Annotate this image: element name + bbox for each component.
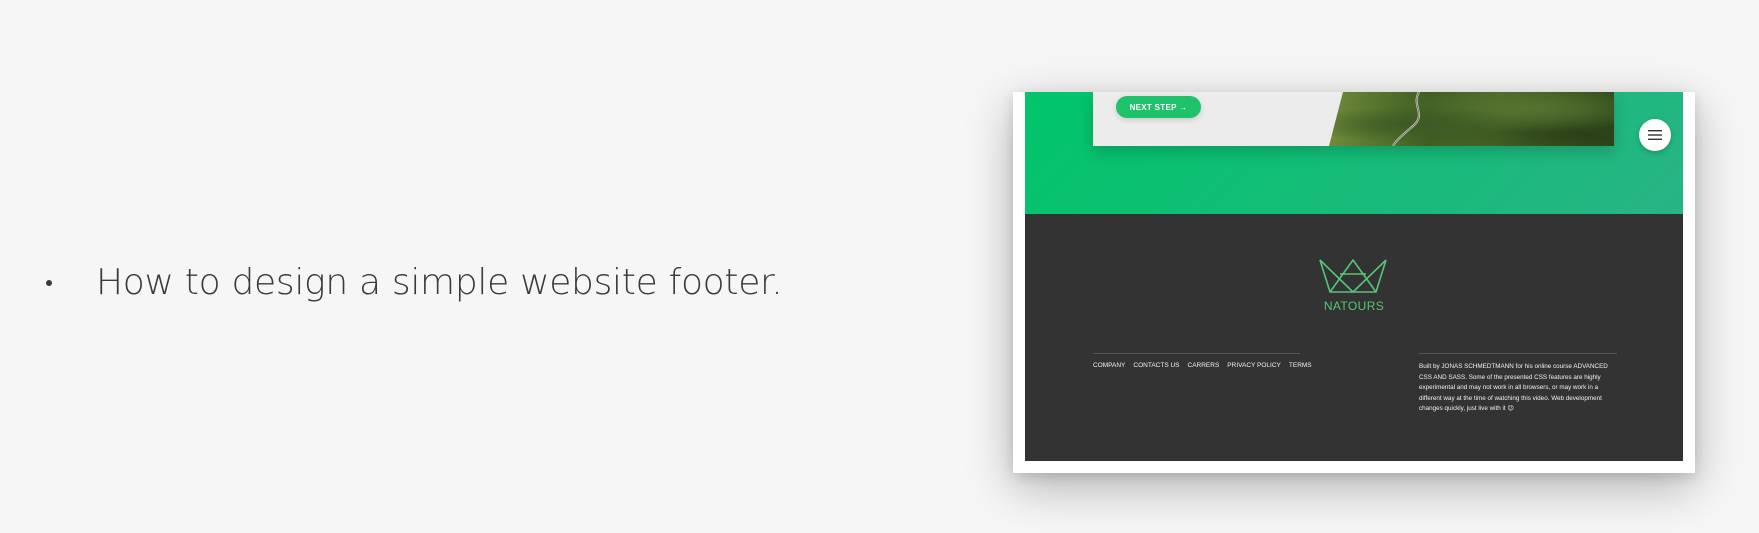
footer-navigation: COMPANY CONTACTS US CARRERS PRIVACY POLI… (1093, 353, 1312, 369)
footer-link-privacy[interactable]: PRIVACY POLICY (1227, 362, 1281, 369)
bullet-text: How to design a simple website footer. (96, 262, 783, 303)
crown-logo-icon (1319, 259, 1387, 293)
menu-button[interactable] (1639, 119, 1671, 151)
hamburger-menu-icon (1648, 130, 1662, 140)
footer-copyright: Built by JONAS SCHMEDTMANN for his onlin… (1419, 353, 1617, 415)
road-icon (1392, 92, 1421, 146)
site-footer: NATOURS COMPANY CONTACTS US CARRERS PRIV… (1025, 214, 1683, 461)
footer-link-company[interactable]: COMPANY (1093, 362, 1125, 369)
green-section: NEXT STEP → (1025, 92, 1683, 214)
brand-name: NATOURS (1323, 299, 1385, 313)
website-page: NEXT STEP → NATOURS COMPANY CONTACTS US … (1025, 92, 1683, 461)
footer-link-careers[interactable]: CARRERS (1188, 362, 1220, 369)
forest-road-photo (1329, 92, 1614, 146)
footer-link-terms[interactable]: TERMS (1289, 362, 1312, 369)
next-step-button[interactable]: NEXT STEP → (1116, 96, 1201, 118)
website-screenshot: NEXT STEP → NATOURS COMPANY CONTACTS US … (1013, 92, 1695, 473)
footer-link-contacts[interactable]: CONTACTS US (1133, 362, 1179, 369)
bullet-dot (46, 280, 52, 286)
slide: How to design a simple website footer. N… (0, 0, 1759, 533)
tour-card: NEXT STEP → (1093, 92, 1614, 146)
